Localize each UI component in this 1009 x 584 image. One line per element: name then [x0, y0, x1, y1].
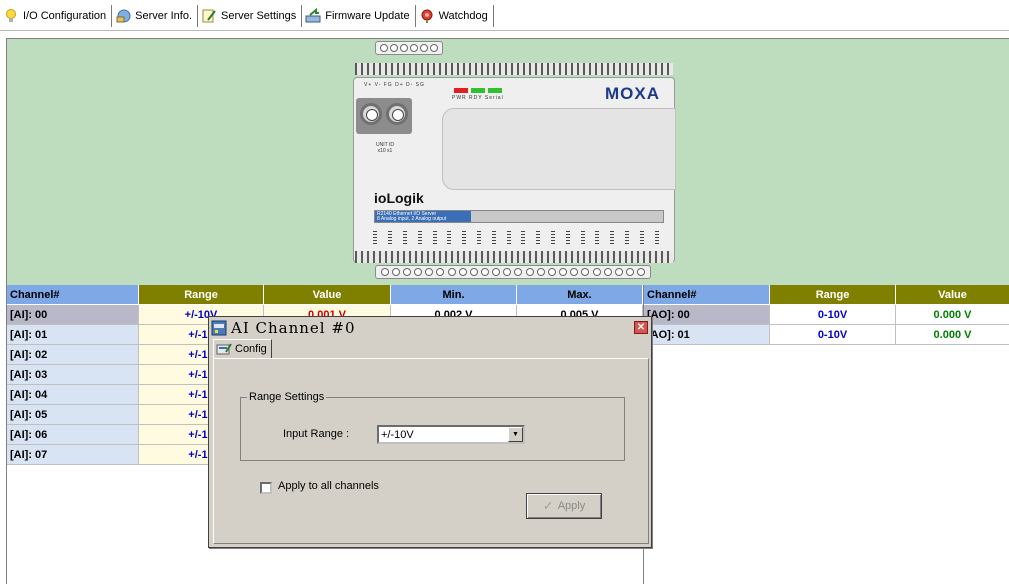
col-value[interactable]: Value: [896, 285, 1009, 305]
tab-row: I/O Configuration Server Info. Server Se…: [0, 5, 494, 27]
power-labels: V+ V- FG D+ D- SG: [364, 82, 425, 88]
dialog-titlebar[interactable]: AI Channel #0 ✕: [211, 319, 649, 337]
firmware-update-icon: [305, 7, 321, 24]
tab-server-info[interactable]: Server Info.: [112, 5, 199, 27]
tab-config-label: Config: [235, 343, 267, 355]
moxa-logo: MOXA: [605, 84, 660, 103]
close-button[interactable]: ✕: [634, 321, 648, 334]
tab-firmware-update[interactable]: Firmware Update: [302, 5, 416, 27]
dialog-title: AI Channel #0: [231, 319, 356, 337]
channel-cell[interactable]: [AI]: 05: [7, 405, 139, 425]
close-icon: ✕: [636, 321, 646, 333]
device-image-area: V+ V- FG D+ D- SG PWR RDY Serial MOXA UN…: [7, 39, 1009, 285]
tab-divider: [0, 30, 1009, 31]
tab-label: Server Info.: [135, 10, 193, 22]
ai-table-header: Channel# Range Value Min. Max.: [7, 285, 643, 305]
col-max[interactable]: Max.: [517, 285, 643, 305]
top-pins: [355, 63, 673, 75]
input-range-label: Input Range :: [283, 428, 350, 440]
rdy-led: [471, 88, 485, 93]
chevron-down-icon: ▼: [512, 431, 519, 438]
channel-cell[interactable]: [AI]: 03: [7, 365, 139, 385]
tab-bar: I/O Configuration Server Info. Server Se…: [0, 0, 1009, 34]
config-page: Range Settings Input Range : +/-10V ▼ Ap…: [213, 358, 649, 544]
watchdog-icon: [419, 8, 435, 24]
range-settings-group: Range Settings Input Range : +/-10V ▼: [240, 391, 625, 461]
channel-cell[interactable]: [AI]: 01: [7, 325, 139, 345]
device-body: V+ V- FG D+ D- SG PWR RDY Serial MOXA UN…: [353, 77, 676, 263]
channel-cell[interactable]: [AI]: 02: [7, 345, 139, 365]
config-icon: [216, 343, 232, 355]
input-range-value: +/-10V: [381, 428, 414, 441]
tab-label: Firmware Update: [325, 10, 410, 22]
tab-server-settings[interactable]: Server Settings: [198, 5, 303, 27]
value-cell[interactable]: 0.000 V: [896, 325, 1009, 345]
terminal-labels: [368, 230, 664, 248]
range-settings-label: Range Settings: [247, 391, 327, 403]
channel-cell[interactable]: [AI]: 00: [7, 305, 139, 325]
col-range[interactable]: Range: [139, 285, 264, 305]
tab-label: Server Settings: [221, 10, 297, 22]
status-leds: [454, 88, 502, 93]
bottom-terminal-block: [375, 265, 651, 279]
channel-cell[interactable]: [AI]: 04: [7, 385, 139, 405]
range-cell[interactable]: 0-10V: [770, 325, 896, 345]
range-cell[interactable]: 0-10V: [770, 305, 896, 325]
device-illustration: V+ V- FG D+ D- SG PWR RDY Serial MOXA UN…: [347, 41, 677, 281]
table-row[interactable]: [AO]: 00 0-10V 0.000 V: [644, 305, 1009, 325]
col-value[interactable]: Value: [264, 285, 391, 305]
iologik-logo: ioLogik: [374, 190, 424, 206]
apply-all-label[interactable]: Apply to all channels: [278, 480, 379, 492]
channel-cell[interactable]: [AI]: 06: [7, 425, 139, 445]
col-range[interactable]: Range: [770, 285, 896, 305]
dropdown-button[interactable]: ▼: [508, 427, 523, 442]
apply-all-checkbox[interactable]: [260, 482, 272, 494]
channel-cell[interactable]: [AO]: 01: [644, 325, 770, 345]
value-cell[interactable]: 0.000 V: [896, 305, 1009, 325]
col-min[interactable]: Min.: [391, 285, 517, 305]
tab-io-configuration[interactable]: I/O Configuration: [0, 5, 113, 27]
tab-label: I/O Configuration: [23, 10, 107, 22]
tab-label: Watchdog: [438, 10, 488, 22]
input-range-select[interactable]: +/-10V ▼: [377, 425, 525, 444]
checkmark-icon: ✓: [542, 498, 554, 513]
model-label-strip: R2140 Ethernet I/O Server 8 Analog input…: [374, 210, 664, 223]
settings-icon: [201, 8, 217, 24]
apply-button[interactable]: ✓ Apply: [526, 493, 602, 519]
dial-x10: [360, 103, 382, 125]
unit-id-sub: x10 x1: [377, 148, 393, 154]
col-channel[interactable]: Channel#: [644, 285, 770, 305]
channel-cell[interactable]: [AO]: 00: [644, 305, 770, 325]
dial-x1: [386, 103, 408, 125]
dialog-app-icon: [211, 320, 227, 336]
tab-config[interactable]: Config: [213, 339, 272, 358]
device-face-panel: [442, 108, 676, 190]
serial-led: [488, 88, 502, 93]
top-terminal-block: [375, 41, 443, 55]
led-labels: PWR RDY Serial: [452, 95, 504, 101]
model-line2: 8 Analog input, 2 Analog output: [377, 216, 447, 222]
col-channel[interactable]: Channel#: [7, 285, 139, 305]
unit-id-dials: [356, 98, 412, 134]
apply-button-label: Apply: [557, 500, 586, 512]
unit-id-label: UNIT ID x10 x1: [376, 142, 394, 154]
table-row[interactable]: [AO]: 01 0-10V 0.000 V: [644, 325, 1009, 345]
channel-cell[interactable]: [AI]: 07: [7, 445, 139, 465]
ao-channel-table: Channel# Range Value [AO]: 00 0-10V 0.00…: [644, 285, 1009, 584]
pwr-led: [454, 88, 468, 93]
server-info-icon: [115, 8, 131, 24]
ao-table-header: Channel# Range Value: [644, 285, 1009, 305]
bottom-pins: [355, 251, 673, 263]
ai-channel-dialog: AI Channel #0 ✕ Config Range Settings In…: [208, 316, 652, 548]
tab-watchdog[interactable]: Watchdog: [416, 5, 494, 27]
model-label: R2140 Ethernet I/O Server 8 Analog input…: [375, 211, 471, 222]
lightbulb-icon: [3, 8, 19, 24]
